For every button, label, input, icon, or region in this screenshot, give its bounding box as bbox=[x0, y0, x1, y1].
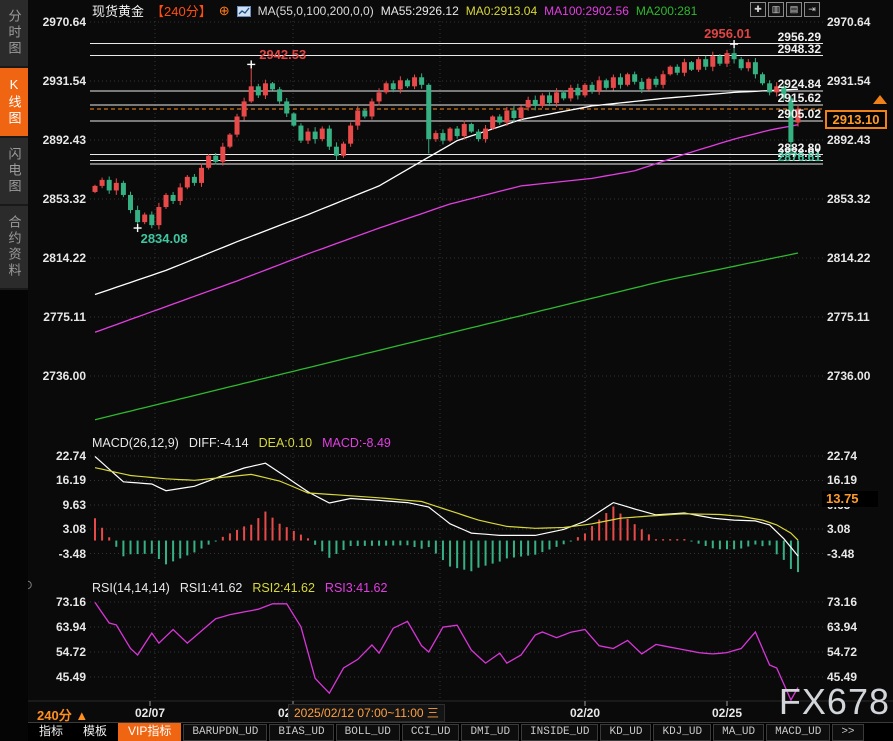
level-label: 2948.32 bbox=[757, 42, 821, 56]
macd-value: MACD:-8.49 bbox=[322, 436, 391, 450]
price-axis-label-left: 2853.32 bbox=[28, 192, 86, 206]
toolbar-button-INSIDE-UD[interactable]: INSIDE_UD bbox=[521, 724, 598, 741]
price-axis-label-left: 2775.11 bbox=[28, 310, 86, 324]
rsi-axis-label-right: 54.72 bbox=[827, 645, 889, 659]
period-tag: 【240分】 bbox=[151, 1, 212, 20]
chart-header: 现货黄金 【240分】 ⊕ MA(55,0,100,200,0,0) MA55:… bbox=[92, 2, 697, 19]
level-label: 2876.61 bbox=[757, 150, 821, 164]
sidebar-tab-lightning-chart[interactable]: 闪电图 bbox=[0, 138, 28, 206]
time-range-tooltip: 2025/02/12 07:00~11:00 三 bbox=[288, 704, 445, 722]
price-axis-label-left: 2892.43 bbox=[28, 133, 86, 147]
macd-axis-label-left: 16.19 bbox=[28, 473, 86, 487]
rsi-axis-label-left: 73.16 bbox=[28, 595, 86, 609]
toolbar-button-MA-UD[interactable]: MA_UD bbox=[713, 724, 764, 741]
sidebar-tab-label: 合约资料 bbox=[5, 215, 24, 279]
watermark: FX678 bbox=[779, 681, 890, 723]
chevron-up-icon: ▲ bbox=[75, 708, 88, 723]
rsi2-value: RSI2:41.62 bbox=[252, 581, 315, 595]
ma200-value: MA200:281 bbox=[636, 4, 697, 18]
price-axis-label-left: 2736.00 bbox=[28, 369, 86, 383]
level-label: 2905.02 bbox=[757, 107, 821, 121]
macd-name-label: MACD(26,12,9) bbox=[92, 436, 179, 450]
macd-header: MACD(26,12,9) DIFF:-4.14 DEA:0.10 MACD:-… bbox=[92, 436, 391, 450]
macd-diff-value: DIFF:-4.14 bbox=[189, 436, 249, 450]
ma55-value: MA55:2926.12 bbox=[381, 4, 459, 18]
window-icon-group: ✚ ▥ ▤ ⇥ bbox=[750, 2, 820, 17]
rsi-name-label: RSI(14,14,14) bbox=[92, 581, 170, 595]
sidebar-tabs: 分时图 K线图 闪电图 合约资料 bbox=[0, 0, 28, 290]
toolbar-button-BIAS-UD[interactable]: BIAS_UD bbox=[269, 724, 333, 741]
macd-dea-value: DEA:0.10 bbox=[259, 436, 313, 450]
macd-axis-label-left: -3.48 bbox=[28, 547, 86, 561]
current-price-badge: 2913.10 bbox=[825, 110, 887, 129]
rsi-axis-label-left: 54.72 bbox=[28, 645, 86, 659]
ma0-value: MA0:2913.04 bbox=[466, 4, 537, 18]
toolbar-button-BOLL-UD[interactable]: BOLL_UD bbox=[336, 724, 400, 741]
mini-chart-icon bbox=[237, 5, 251, 16]
sidebar-tab-label: K线图 bbox=[5, 77, 24, 127]
toolbar-button-CCI-UD[interactable]: CCI_UD bbox=[402, 724, 460, 741]
toolbar-button-BARUPDN-UD[interactable]: BARUPDN_UD bbox=[183, 724, 267, 741]
toolbar-button-模板[interactable]: 模板 bbox=[74, 723, 116, 741]
level-label: 2924.84 bbox=[757, 77, 821, 91]
price-axis-label-right: 2853.32 bbox=[827, 192, 889, 206]
price-axis-label-right: 2892.43 bbox=[827, 133, 889, 147]
ma100-value: MA100:2902.56 bbox=[544, 4, 629, 18]
symbol-title: 现货黄金 bbox=[92, 1, 144, 20]
period-selector-label: 240分 bbox=[37, 708, 72, 723]
scroll-up-marker-icon[interactable] bbox=[873, 95, 887, 104]
price-axis-label-right: 2814.22 bbox=[827, 251, 889, 265]
time-axis-label: 02/07 bbox=[135, 706, 165, 720]
macd-cursor-badge: 13.75 bbox=[822, 491, 878, 507]
toolbar-button->>[interactable]: >> bbox=[832, 724, 863, 741]
macd-axis-label-right: 22.74 bbox=[827, 449, 889, 463]
sidebar-tab-kline-chart[interactable]: K线图 bbox=[0, 68, 28, 138]
sidebar-tab-label: 闪电图 bbox=[5, 147, 24, 195]
macd-axis-label-right: 3.08 bbox=[827, 522, 889, 536]
rsi-axis-label-right: 73.16 bbox=[827, 595, 889, 609]
price-axis-label-right: 2775.11 bbox=[827, 310, 889, 324]
price-annotation: 2942.53 bbox=[259, 47, 306, 62]
rsi-axis-label-right: 63.94 bbox=[827, 620, 889, 634]
price-annotation: 2956.01 bbox=[704, 26, 751, 41]
price-axis-label-left: 2931.54 bbox=[28, 74, 86, 88]
sidebar-tab-time-chart[interactable]: 分时图 bbox=[0, 0, 28, 68]
time-axis-label: 02/25 bbox=[712, 706, 742, 720]
macd-axis-label-right: 16.19 bbox=[827, 473, 889, 487]
toolbar-button-MACD-UD[interactable]: MACD_UD bbox=[766, 724, 830, 741]
sidebar: 分时图 K线图 闪电图 合约资料 bbox=[0, 0, 28, 741]
time-axis-label: 02/20 bbox=[570, 706, 600, 720]
macd-axis-label-left: 9.63 bbox=[28, 498, 86, 512]
app-window: 2956.292948.322924.842915.622905.022882.… bbox=[0, 0, 893, 741]
shift-right-icon[interactable]: ⇥ bbox=[804, 2, 820, 17]
macd-axis-label-left: 3.08 bbox=[28, 522, 86, 536]
toolbar-button-KD-UD[interactable]: KD_UD bbox=[600, 724, 651, 741]
macd-axis-label-left: 22.74 bbox=[28, 449, 86, 463]
sidebar-tab-label: 分时图 bbox=[5, 9, 24, 57]
price-axis-label-right: 2970.64 bbox=[827, 15, 889, 29]
indicator-window-icon[interactable]: ▥ bbox=[768, 2, 784, 17]
price-annotation: 2834.08 bbox=[141, 231, 188, 246]
rsi3-value: RSI3:41.62 bbox=[325, 581, 388, 595]
toolbar-button-KDJ-UD[interactable]: KDJ_UD bbox=[653, 724, 711, 741]
price-axis-label-right: 2736.00 bbox=[827, 369, 889, 383]
chart-pane-icon[interactable]: ▤ bbox=[786, 2, 802, 17]
price-axis-label-left: 2970.64 bbox=[28, 15, 86, 29]
indicator-toolbar: 指标模板VIP指标BARUPDN_UDBIAS_UDBOLL_UDCCI_UDD… bbox=[28, 722, 893, 741]
rsi1-value: RSI1:41.62 bbox=[180, 581, 243, 595]
price-axis-label-left: 2814.22 bbox=[28, 251, 86, 265]
level-label: 2915.62 bbox=[757, 91, 821, 105]
add-indicator-icon[interactable]: ⊕ bbox=[219, 3, 230, 19]
toolbar-button-DMI-UD[interactable]: DMI_UD bbox=[461, 724, 519, 741]
rsi-header: RSI(14,14,14) RSI1:41.62 RSI2:41.62 RSI3… bbox=[92, 581, 387, 595]
rsi-axis-label-left: 45.49 bbox=[28, 670, 86, 684]
ma-settings-label: MA(55,0,100,200,0,0) bbox=[258, 4, 374, 18]
crosshair-icon[interactable]: ✚ bbox=[750, 2, 766, 17]
price-axis-label-right: 2931.54 bbox=[827, 74, 889, 88]
macd-axis-label-right: -3.48 bbox=[827, 547, 889, 561]
rsi-axis-label-left: 63.94 bbox=[28, 620, 86, 634]
toolbar-button-VIP指标[interactable]: VIP指标 bbox=[118, 723, 181, 741]
toolbar-button-指标[interactable]: 指标 bbox=[30, 723, 72, 741]
sidebar-tab-contract-info[interactable]: 合约资料 bbox=[0, 206, 28, 290]
